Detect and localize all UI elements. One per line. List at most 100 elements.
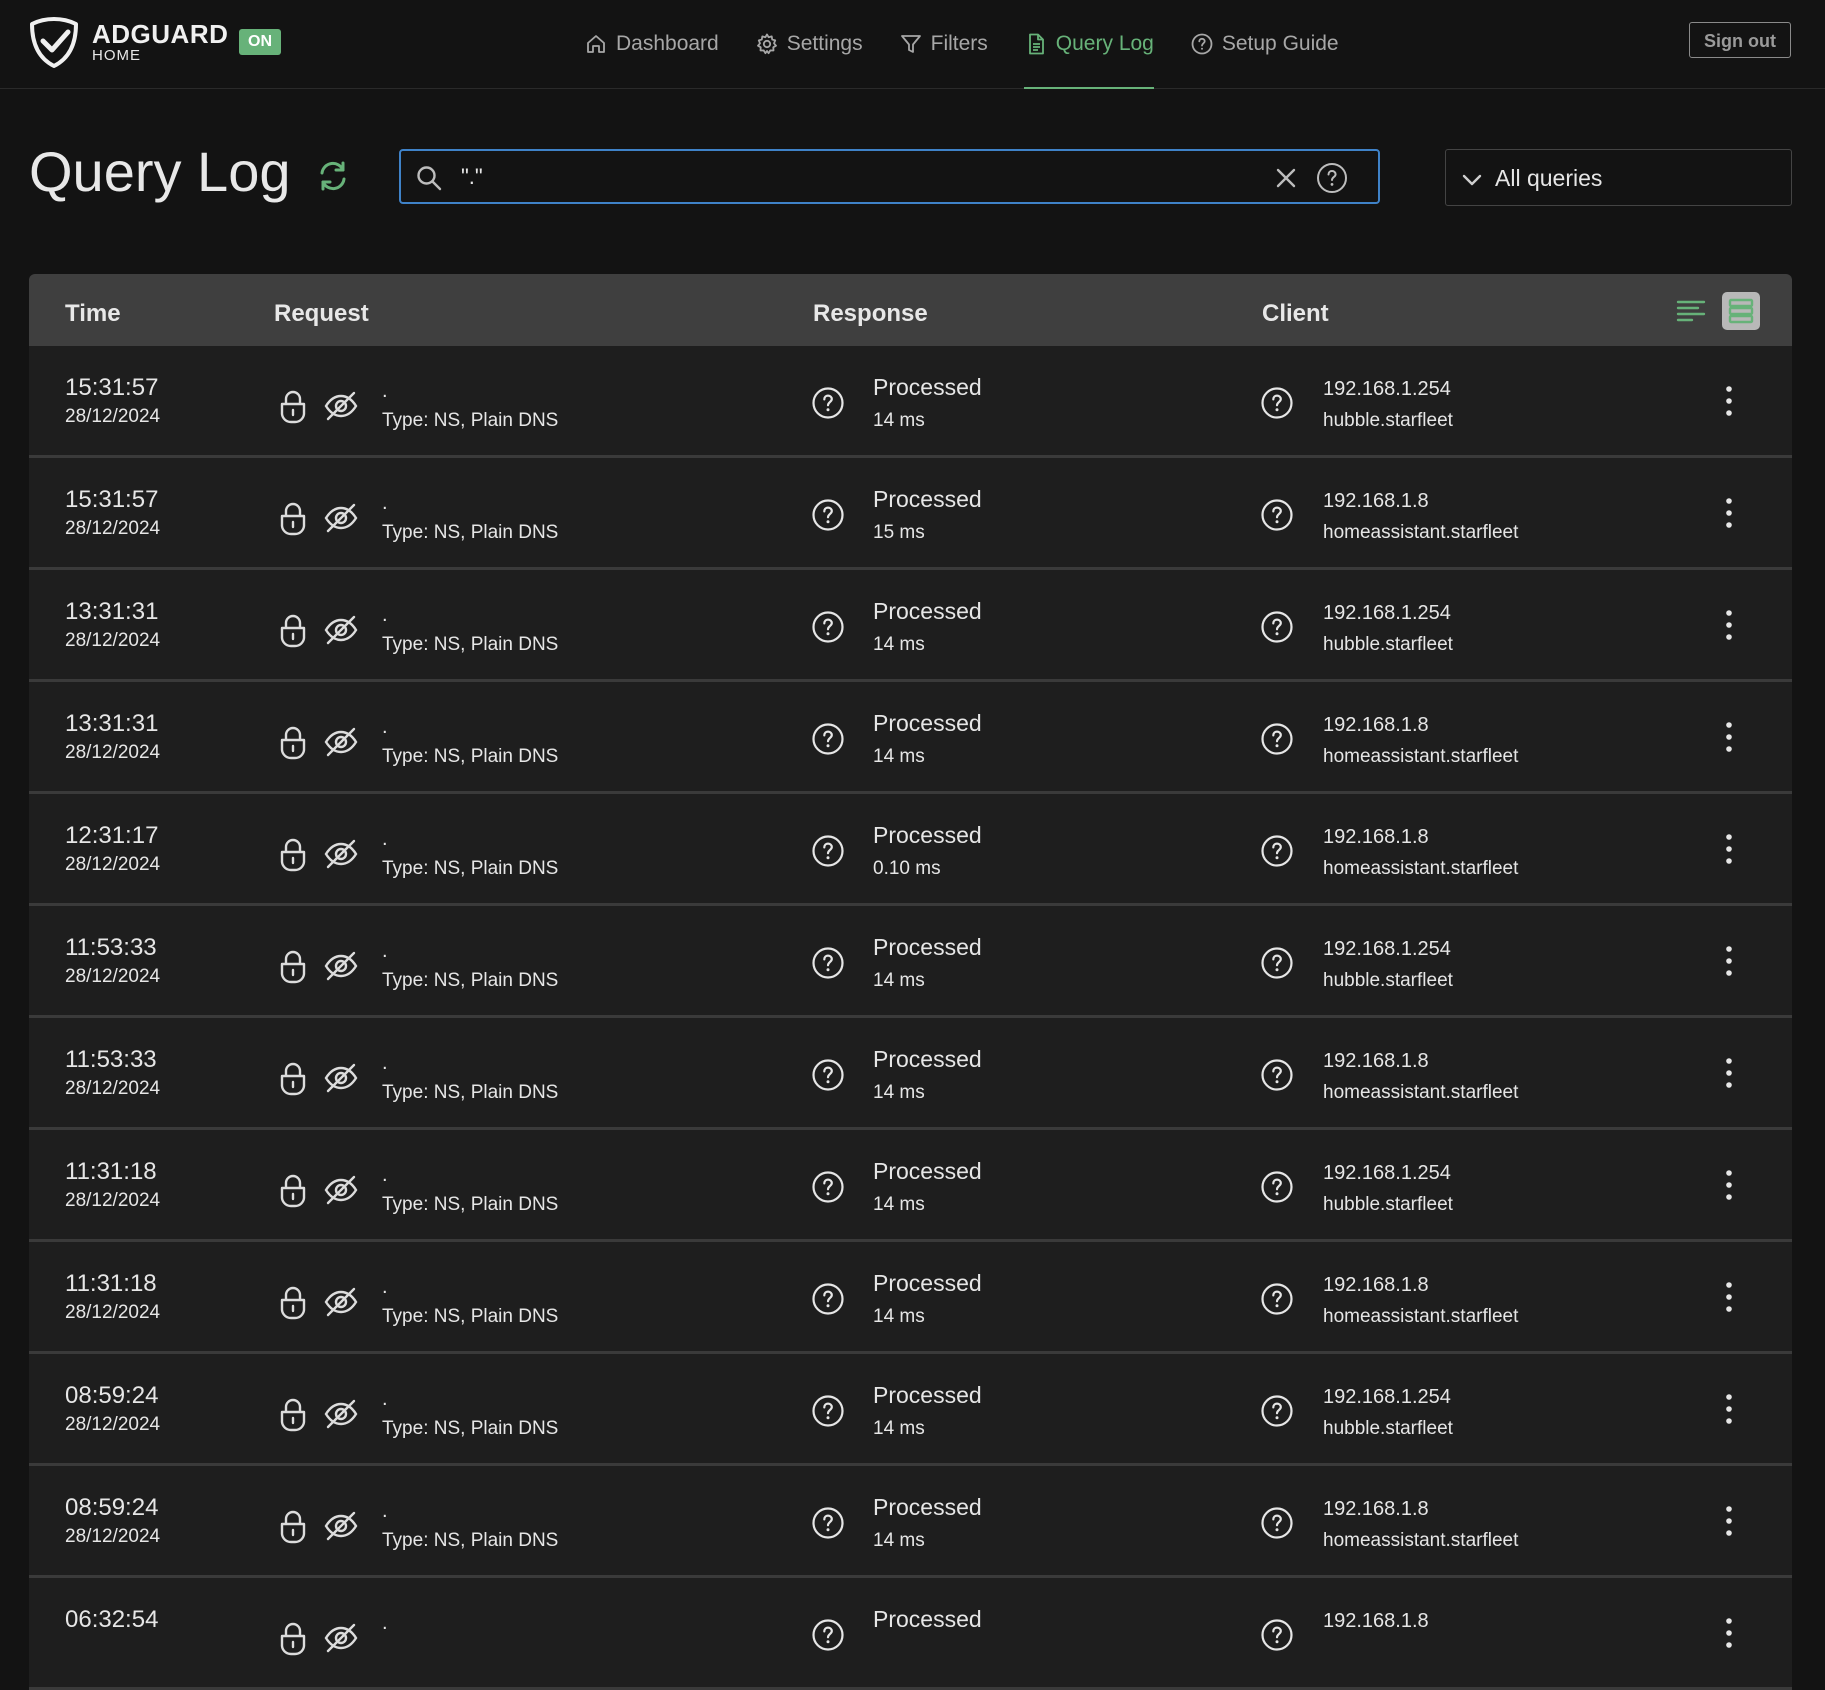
filter-icon xyxy=(900,35,921,53)
row-date: 28/12/2024 xyxy=(65,1078,161,1099)
client-name: homeassistant.starfleet xyxy=(1323,1530,1519,1551)
sign-out-button[interactable]: Sign out xyxy=(1689,22,1791,58)
row-date: 28/12/2024 xyxy=(65,1526,161,1547)
client-help-icon[interactable] xyxy=(1260,498,1294,532)
response-time: 14 ms xyxy=(873,970,925,991)
eye-off-icon xyxy=(324,951,358,981)
more-options-icon[interactable] xyxy=(1723,720,1735,754)
client-help-icon[interactable] xyxy=(1260,1506,1294,1540)
table-row[interactable]: 13:31:31 28/12/2024 . Type: NS, Plain DN… xyxy=(29,570,1792,682)
client-help-icon[interactable] xyxy=(1260,386,1294,420)
response-help-icon[interactable] xyxy=(811,722,845,756)
refresh-icon[interactable] xyxy=(316,159,350,193)
more-options-icon[interactable] xyxy=(1723,496,1735,530)
adguard-shield-logo[interactable] xyxy=(28,16,80,68)
response-help-icon[interactable] xyxy=(811,1170,845,1204)
top-header: ADGUARD HOME ON Dashboard Settings Filte… xyxy=(0,0,1825,89)
response-time: 15 ms xyxy=(873,522,925,543)
row-date: 28/12/2024 xyxy=(65,518,161,539)
query-log-table: Time Request Response Client 15:31:57 28… xyxy=(29,274,1792,1690)
more-options-icon[interactable] xyxy=(1723,1168,1735,1202)
eye-off-icon xyxy=(324,1063,358,1093)
client-help-icon[interactable] xyxy=(1260,946,1294,980)
response-time: 14 ms xyxy=(873,1082,925,1103)
default-view-button[interactable] xyxy=(1722,292,1760,330)
table-row[interactable]: 11:31:18 28/12/2024 . Type: NS, Plain DN… xyxy=(29,1242,1792,1354)
more-options-icon[interactable] xyxy=(1723,944,1735,978)
query-filter-select[interactable]: All queries xyxy=(1445,149,1792,206)
response-time: 0.10 ms xyxy=(873,858,941,879)
more-options-icon[interactable] xyxy=(1723,1504,1735,1538)
client-ip: 192.168.1.254 xyxy=(1323,602,1451,624)
client-help-icon[interactable] xyxy=(1260,1282,1294,1316)
row-date: 28/12/2024 xyxy=(65,742,161,763)
more-options-icon[interactable] xyxy=(1723,384,1735,418)
eye-off-icon xyxy=(324,615,358,645)
table-row[interactable]: 15:31:57 28/12/2024 . Type: NS, Plain DN… xyxy=(29,346,1792,458)
response-help-icon[interactable] xyxy=(811,610,845,644)
request-type: Type: NS, Plain DNS xyxy=(382,1530,559,1551)
request-type: Type: NS, Plain DNS xyxy=(382,1306,559,1327)
client-help-icon[interactable] xyxy=(1260,1170,1294,1204)
request-type: Type: NS, Plain DNS xyxy=(382,1082,559,1103)
more-options-icon[interactable] xyxy=(1723,1392,1735,1426)
client-help-icon[interactable] xyxy=(1260,834,1294,868)
client-ip: 192.168.1.8 xyxy=(1323,1610,1429,1632)
response-time: 14 ms xyxy=(873,1418,925,1439)
response-help-icon[interactable] xyxy=(811,946,845,980)
response-status: Processed xyxy=(873,1382,982,1408)
client-help-icon[interactable] xyxy=(1260,1058,1294,1092)
response-help-icon[interactable] xyxy=(811,1618,845,1652)
response-help-icon[interactable] xyxy=(811,1506,845,1540)
more-options-icon[interactable] xyxy=(1723,1056,1735,1090)
response-help-icon[interactable] xyxy=(811,1394,845,1428)
table-row[interactable]: 13:31:31 28/12/2024 . Type: NS, Plain DN… xyxy=(29,682,1792,794)
response-help-icon[interactable] xyxy=(811,1058,845,1092)
table-row[interactable]: 08:59:24 28/12/2024 . Type: NS, Plain DN… xyxy=(29,1466,1792,1578)
client-help-icon[interactable] xyxy=(1260,610,1294,644)
table-row[interactable]: 11:53:33 28/12/2024 . Type: NS, Plain DN… xyxy=(29,1018,1792,1130)
table-row[interactable]: 12:31:17 28/12/2024 . Type: NS, Plain DN… xyxy=(29,794,1792,906)
client-name: homeassistant.starfleet xyxy=(1323,1082,1519,1103)
compact-view-icon[interactable] xyxy=(1676,298,1706,326)
response-status: Processed xyxy=(873,1158,982,1184)
more-options-icon[interactable] xyxy=(1723,608,1735,642)
table-row[interactable]: 11:53:33 28/12/2024 . Type: NS, Plain DN… xyxy=(29,906,1792,1018)
client-ip: 192.168.1.254 xyxy=(1323,1386,1451,1408)
table-row[interactable]: 08:59:24 28/12/2024 . Type: NS, Plain DN… xyxy=(29,1354,1792,1466)
search-input[interactable] xyxy=(459,157,1243,197)
table-row[interactable]: 06:32:54 . Processed 192.168.1.8 xyxy=(29,1578,1792,1690)
nav-query-log[interactable]: Query Log xyxy=(1023,0,1154,89)
client-ip: 192.168.1.8 xyxy=(1323,1498,1429,1520)
response-help-icon[interactable] xyxy=(811,834,845,868)
row-date: 28/12/2024 xyxy=(65,1190,161,1211)
client-help-icon[interactable] xyxy=(1260,1618,1294,1652)
response-help-icon[interactable] xyxy=(811,386,845,420)
home-icon xyxy=(587,35,605,53)
nav-dashboard[interactable]: Dashboard xyxy=(584,0,719,88)
row-date: 28/12/2024 xyxy=(65,406,161,427)
nav-settings[interactable]: Settings xyxy=(755,0,863,88)
time-cell: 11:53:33 28/12/2024 xyxy=(65,1046,160,1100)
client-help-icon[interactable] xyxy=(1260,722,1294,756)
response-status: Processed xyxy=(873,710,982,736)
lock-icon xyxy=(280,726,306,760)
time-cell: 11:53:33 28/12/2024 xyxy=(65,934,160,988)
clear-search-icon[interactable] xyxy=(1273,165,1299,191)
search-box xyxy=(399,149,1380,204)
table-row[interactable]: 15:31:57 28/12/2024 . Type: NS, Plain DN… xyxy=(29,458,1792,570)
response-help-icon[interactable] xyxy=(811,498,845,532)
lock-icon xyxy=(280,390,306,424)
row-time: 13:31:31 xyxy=(65,710,159,737)
client-help-icon[interactable] xyxy=(1260,1394,1294,1428)
search-help-icon[interactable] xyxy=(1316,162,1348,194)
table-row[interactable]: 11:31:18 28/12/2024 . Type: NS, Plain DN… xyxy=(29,1130,1792,1242)
more-options-icon[interactable] xyxy=(1723,832,1735,866)
more-options-icon[interactable] xyxy=(1723,1616,1735,1650)
request-type: Type: NS, Plain DNS xyxy=(382,1418,559,1439)
nav-setup-guide[interactable]: Setup Guide xyxy=(1190,0,1339,88)
response-help-icon[interactable] xyxy=(811,1282,845,1316)
more-options-icon[interactable] xyxy=(1723,1280,1735,1314)
nav-filters[interactable]: Filters xyxy=(899,0,988,88)
response-status: Processed xyxy=(873,598,982,624)
